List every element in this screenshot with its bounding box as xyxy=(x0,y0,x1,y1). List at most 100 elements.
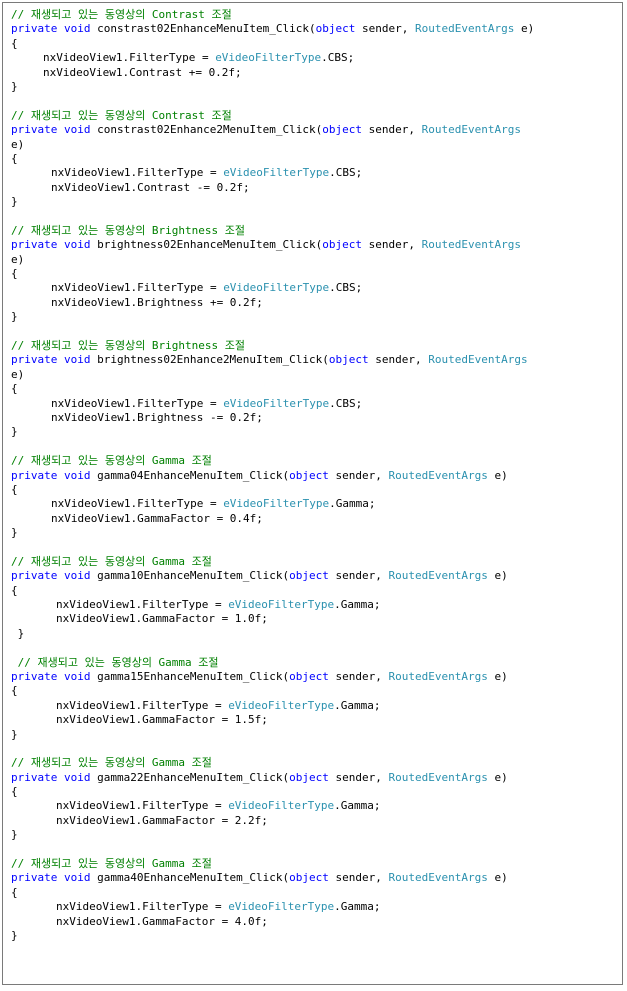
close-brace: } xyxy=(11,425,18,439)
signature-line: private void gamma04EnhanceMenuItem_Clic… xyxy=(11,469,618,483)
filter-type-assign: nxVideoView1.FilterType = xyxy=(51,497,224,511)
filter-type-value: .CBS; xyxy=(329,396,363,410)
keyword-private: private xyxy=(11,238,58,252)
property-assign: nxVideoView1.GammaFactor = 2.2f; xyxy=(56,813,268,827)
property-assign: nxVideoView1.Contrast += 0.2f; xyxy=(43,65,242,79)
statement-line: nxVideoView1.FilterType = eVideoFilterTy… xyxy=(11,699,618,713)
close-brace-line: } xyxy=(11,627,618,641)
code-block: // 재생되고 있는 동영상의 Gamma 조절 private void gam… xyxy=(11,857,618,943)
close-brace-line: } xyxy=(11,195,618,209)
signature-line: private void gamma40EnhanceMenuItem_Clic… xyxy=(11,871,618,885)
open-brace-line: { xyxy=(11,684,618,698)
property-assign: nxVideoView1.GammaFactor = 0.4f; xyxy=(51,511,263,525)
method-signature: private void gamma22EnhanceMenuItem_Clic… xyxy=(11,771,618,785)
keyword-object: object xyxy=(322,123,363,137)
param-e: e) xyxy=(494,770,508,784)
comment-line: // 재생되고 있는 동영상의 Brightness 조절 xyxy=(11,224,618,238)
open-brace: { xyxy=(11,267,18,281)
statement-line: nxVideoView1.Brightness += 0.2f; xyxy=(11,296,618,310)
property-assign: nxVideoView1.Contrast -= 0.2f; xyxy=(51,180,250,194)
keyword-void: void xyxy=(63,770,91,784)
code-comment: // 재생되고 있는 동영상의 Gamma 조절 xyxy=(11,857,212,871)
method-name: brightness02Enhance2MenuItem_Click( xyxy=(97,353,329,367)
open-brace: { xyxy=(11,785,18,799)
open-brace-line: { xyxy=(11,483,618,497)
param-e: e) xyxy=(494,871,508,885)
comment-line: // 재생되고 있는 동영상의 Brightness 조절 xyxy=(11,339,618,353)
keyword-void: void xyxy=(63,353,91,367)
param-sender: sender, xyxy=(368,238,416,252)
param-sender: sender, xyxy=(335,569,382,583)
keyword-void: void xyxy=(63,123,91,137)
code-comment: // 재생되고 있는 동영상의 Gamma 조절 xyxy=(11,454,212,468)
signature-line: private void gamma10EnhanceMenuItem_Clic… xyxy=(11,569,618,583)
param-sender: sender, xyxy=(368,123,416,137)
filter-type-assign: nxVideoView1.FilterType = xyxy=(56,598,229,612)
type-video-filter-enum: eVideoFilterType xyxy=(223,166,330,180)
close-brace: } xyxy=(11,727,18,741)
comment-line: // 재생되고 있는 동영상의 Contrast 조절 xyxy=(11,109,618,123)
param-e: e) xyxy=(11,367,25,381)
keyword-void: void xyxy=(63,238,91,252)
keyword-object: object xyxy=(315,22,356,36)
open-brace: { xyxy=(11,482,18,496)
signature-line-wrap: e) xyxy=(11,138,618,152)
param-sender: sender, xyxy=(335,468,382,482)
method-signature: private void gamma40EnhanceMenuItem_Clic… xyxy=(11,871,618,885)
comment-line: // 재생되고 있는 동영상의 Gamma 조절 xyxy=(11,656,618,670)
type-routed-event-args: RoutedEventArgs xyxy=(388,468,488,482)
type-routed-event-args: RoutedEventArgs xyxy=(415,22,515,36)
keyword-void: void xyxy=(63,468,91,482)
method-name: brightness02EnhanceMenuItem_Click( xyxy=(97,238,323,252)
filter-type-value: .CBS; xyxy=(321,51,355,65)
close-brace: } xyxy=(11,929,18,942)
comment-line: // 재생되고 있는 동영상의 Gamma 조절 xyxy=(11,857,618,871)
open-brace-line: { xyxy=(11,382,618,396)
close-brace-line: } xyxy=(11,929,618,943)
statement-line: nxVideoView1.GammaFactor = 2.2f; xyxy=(11,814,618,828)
code-listing: // 재생되고 있는 동영상의 Contrast 조절 private void … xyxy=(11,8,618,943)
close-brace-line: } xyxy=(11,728,618,742)
keyword-object: object xyxy=(289,569,329,583)
keyword-object: object xyxy=(328,353,369,367)
property-assign: nxVideoView1.Brightness += 0.2f; xyxy=(51,295,263,309)
property-assign: nxVideoView1.GammaFactor = 4.0f; xyxy=(56,914,268,928)
code-block: // 재생되고 있는 동영상의 Gamma 조절 private void gam… xyxy=(11,656,618,742)
open-brace-line: { xyxy=(11,785,618,799)
keyword-private: private xyxy=(11,468,58,482)
statement-line: nxVideoView1.Contrast -= 0.2f; xyxy=(11,181,618,195)
close-brace: } xyxy=(11,310,18,324)
type-video-filter-enum: eVideoFilterType xyxy=(223,396,330,410)
close-brace-line: } xyxy=(11,310,618,324)
code-block: // 재생되고 있는 동영상의 Gamma 조절 private void gam… xyxy=(11,454,618,540)
statement-line: nxVideoView1.Contrast += 0.2f; xyxy=(11,66,618,80)
method-name: gamma10EnhanceMenuItem_Click( xyxy=(97,569,290,583)
keyword-private: private xyxy=(11,123,58,137)
method-signature: private void gamma10EnhanceMenuItem_Clic… xyxy=(11,569,618,583)
close-brace: } xyxy=(11,828,18,842)
code-comment: // 재생되고 있는 동영상의 Gamma 조절 xyxy=(11,655,219,669)
param-sender: sender, xyxy=(335,871,382,885)
comment-line: // 재생되고 있는 동영상의 Gamma 조절 xyxy=(11,756,618,770)
keyword-object: object xyxy=(289,669,329,683)
code-block: // 재생되고 있는 동영상의 Gamma 조절 private void gam… xyxy=(11,555,618,641)
code-comment: // 재생되고 있는 동영상의 Contrast 조절 xyxy=(11,8,232,21)
type-routed-event-args: RoutedEventArgs xyxy=(421,123,521,137)
method-name: constrast02Enhance2MenuItem_Click( xyxy=(97,123,323,137)
code-block: // 재생되고 있는 동영상의 Brightness 조절 private voi… xyxy=(11,224,618,325)
comment-line: // 재생되고 있는 동영상의 Contrast 조절 xyxy=(11,8,618,22)
close-brace: } xyxy=(11,626,25,640)
method-name: gamma40EnhanceMenuItem_Click( xyxy=(97,871,290,885)
param-e: e) xyxy=(494,569,508,583)
keyword-void: void xyxy=(63,669,91,683)
filter-type-assign: nxVideoView1.FilterType = xyxy=(51,396,224,410)
close-brace-line: } xyxy=(11,80,618,94)
code-document: // 재생되고 있는 동영상의 Contrast 조절 private void … xyxy=(2,2,623,985)
type-video-filter-enum: eVideoFilterType xyxy=(223,497,330,511)
open-brace-line: { xyxy=(11,584,618,598)
param-sender: sender, xyxy=(362,22,409,36)
comment-line: // 재생되고 있는 동영상의 Gamma 조절 xyxy=(11,454,618,468)
type-routed-event-args: RoutedEventArgs xyxy=(421,238,521,252)
